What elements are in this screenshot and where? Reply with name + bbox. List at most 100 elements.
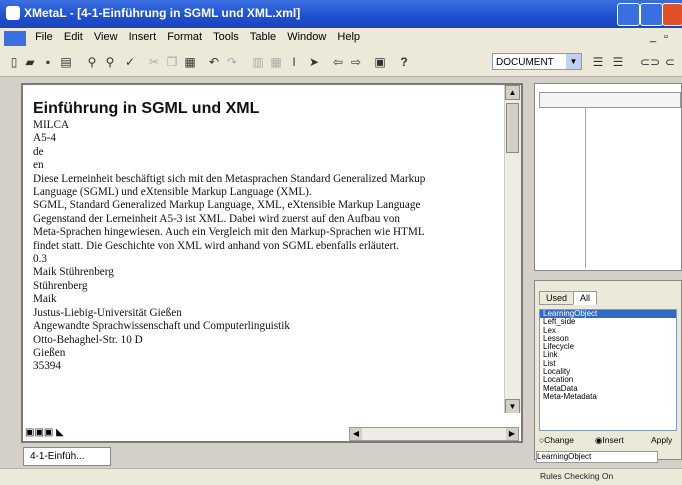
menu-format[interactable]: Format (163, 28, 206, 43)
doc-line[interactable]: Maik (33, 293, 503, 306)
cut-icon[interactable]: ✂ (146, 54, 162, 70)
scroll-right-icon[interactable]: ▶ (506, 428, 518, 440)
menu-view[interactable]: View (90, 28, 122, 43)
save-icon[interactable]: ▪ (40, 54, 56, 70)
menu-table[interactable]: Table (246, 28, 280, 43)
document-heading[interactable]: Einführung in SGML und XML (33, 99, 503, 119)
link-icon[interactable]: ⊂⊃ (640, 54, 660, 70)
scroll-up-icon[interactable]: ▲ (505, 85, 520, 100)
status-bar: Rules Checking On (0, 468, 682, 485)
maximize-button[interactable] (640, 3, 663, 26)
apply-button[interactable]: Apply (651, 435, 672, 445)
view-bar: ▣▣▣ ◣ ◀ ▶ (23, 413, 521, 441)
document-icon (4, 31, 26, 46)
title-bar: XMetaL - [4-1-Einführung in SGML und XML… (0, 0, 682, 28)
tab-used[interactable]: Used (539, 291, 575, 305)
window-title: XMetaL - [4-1-Einführung in SGML und XML… (24, 6, 301, 20)
doc-line[interactable]: Justus-Liebig-Universität Gießen (33, 307, 503, 320)
chevron-down-icon[interactable]: ▼ (566, 54, 581, 69)
doc-line[interactable]: Gegenstand der Lerneinheit A5-3 ist XML.… (33, 213, 503, 226)
element-combo-value: DOCUMENT (496, 57, 554, 68)
insert-radio[interactable]: ◉ Insert (595, 435, 624, 446)
doc-line[interactable]: de (33, 146, 503, 159)
menu-file[interactable]: File (31, 28, 57, 43)
doc-line[interactable]: Meta-Sprachen hingewiesen. Auch ein Verg… (33, 226, 503, 239)
document-content[interactable]: Einführung in SGML und XML MILCA A5-4 de… (33, 99, 503, 374)
menu-insert[interactable]: Insert (125, 28, 161, 43)
tab-all[interactable]: All (573, 291, 598, 305)
doc-line[interactable]: Otto-Behaghel-Str. 10 D (33, 334, 503, 347)
element-combo[interactable]: DOCUMENT ▼ (492, 53, 582, 70)
new-icon[interactable]: ▯ (6, 54, 22, 70)
element-status: LearningObject (536, 451, 658, 463)
list-item[interactable]: Meta-Metadata (540, 392, 676, 401)
doc-line[interactable]: en (33, 159, 503, 172)
elements-list[interactable]: LearningObject Left_side Lex Lesson Life… (539, 309, 677, 431)
doc-line[interactable]: SGML, Standard Generalized Markup Langua… (33, 199, 503, 212)
insert-label: Insert (602, 435, 624, 445)
elements-controls: ○ Change ◉ Insert Apply (539, 435, 681, 447)
elements-tabs: Used All (539, 291, 598, 309)
attribute-inspector[interactable] (534, 83, 682, 271)
redo-icon[interactable]: ↷ (224, 54, 240, 70)
doc-line[interactable]: A5-4 (33, 132, 503, 145)
replace-icon[interactable]: ⚲ (102, 54, 118, 70)
numbered-list-icon[interactable]: ☰ (590, 54, 606, 70)
back-icon[interactable]: ⇦ (330, 54, 346, 70)
document-tab[interactable]: 4-1-Einfüh... (23, 447, 111, 466)
document-view[interactable]: Einführung in SGML und XML MILCA A5-4 de… (21, 83, 523, 443)
vertical-scrollbar[interactable]: ▲ ▼ (504, 85, 521, 415)
scroll-down-icon[interactable]: ▼ (505, 399, 520, 414)
toolbar: ▯ ▰ ▪ ▤ ⚲ ⚲ ✓ ✂ ❐ ▦ ↶ ↷ ▥ ▦ I ➤ ⇦ ⇨ ▣ ? … (0, 48, 682, 77)
doc-line[interactable]: MILCA (33, 119, 503, 132)
doc-line[interactable]: Diese Lerneinheit beschäftigt sich mit d… (33, 173, 503, 186)
menu-help[interactable]: Help (333, 28, 364, 43)
bullet-list-icon[interactable]: ☰ (610, 54, 626, 70)
doc-line[interactable]: Angewandte Sprachwissenschaft und Comput… (33, 320, 503, 333)
status-text: Rules Checking On (540, 471, 614, 481)
menu-tools[interactable]: Tools (209, 28, 243, 43)
doc-line[interactable]: Stührenberg (33, 280, 503, 293)
doc-line[interactable]: Language (SGML) und eXtensible Markup La… (33, 186, 503, 199)
find-icon[interactable]: ⚲ (84, 54, 100, 70)
scroll-thumb[interactable] (506, 103, 519, 153)
help-icon[interactable]: ? (396, 54, 412, 70)
open-icon[interactable]: ▰ (22, 54, 38, 70)
tags-icon[interactable]: ▥ (250, 54, 266, 70)
doc-line[interactable]: Maik Stührenberg (33, 266, 503, 279)
doc-line[interactable]: findet statt. Die Geschichte von XML wir… (33, 240, 503, 253)
document-tab-bar: 4-1-Einfüh... (21, 447, 531, 467)
close-button[interactable] (662, 3, 682, 26)
minimize-button[interactable] (617, 3, 640, 26)
doc-line[interactable]: 35394 (33, 360, 503, 373)
pointer-icon[interactable]: ➤ (306, 54, 322, 70)
list-item[interactable]: Lifecycle (540, 342, 676, 351)
cursor-icon[interactable]: I (286, 54, 302, 70)
forward-icon[interactable]: ⇨ (348, 54, 364, 70)
list-item[interactable]: Left_side (540, 317, 676, 326)
elements-panel: Used All LearningObject Left_side Lex Les… (534, 280, 682, 463)
mdi-restore-icon[interactable]: ▫ (660, 28, 672, 43)
change-label: Change (544, 435, 574, 445)
horizontal-scrollbar[interactable]: ◀ ▶ (349, 427, 519, 441)
view-mode-buttons[interactable]: ▣▣▣ ◣ (25, 427, 85, 441)
menu-edit[interactable]: Edit (60, 28, 87, 43)
unlink-icon[interactable]: ⊂ (662, 54, 678, 70)
paste-icon[interactable]: ▦ (182, 54, 198, 70)
doc-line[interactable]: 0.3 (33, 253, 503, 266)
doc-line[interactable]: Gießen (33, 347, 503, 360)
page-icon[interactable]: ▣ (372, 54, 388, 70)
spell-icon[interactable]: ✓ (122, 54, 138, 70)
copy-icon[interactable]: ❐ (164, 54, 180, 70)
table-icon[interactable]: ▦ (268, 54, 284, 70)
print-icon[interactable]: ▤ (58, 54, 74, 70)
undo-icon[interactable]: ↶ (206, 54, 222, 70)
attribute-header (539, 92, 681, 108)
scroll-left-icon[interactable]: ◀ (350, 428, 362, 440)
attribute-column-divider (585, 108, 586, 268)
menu-bar: File Edit View Insert Format Tools Table… (0, 28, 682, 49)
list-item[interactable]: Link (540, 351, 676, 360)
mdi-minimize-icon[interactable]: _ (646, 28, 660, 43)
change-radio[interactable]: ○ Change (539, 435, 574, 445)
menu-window[interactable]: Window (283, 28, 330, 43)
